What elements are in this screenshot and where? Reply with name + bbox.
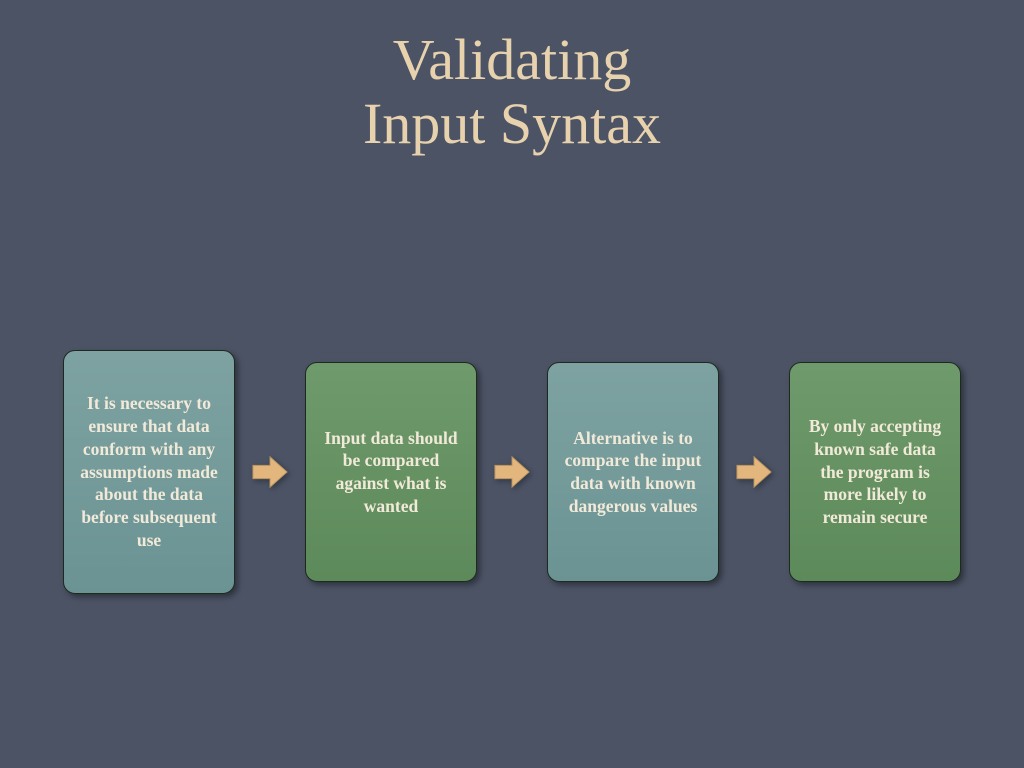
flow-card-text: It is necessary to ensure that data conf… — [76, 392, 222, 551]
process-flow: It is necessary to ensure that data conf… — [0, 350, 1024, 594]
title-line-2: Input Syntax — [363, 91, 661, 156]
flow-card-text: By only accepting known safe data the pr… — [802, 415, 948, 529]
flow-card-4: By only accepting known safe data the pr… — [789, 362, 961, 582]
flow-card-text: Alternative is to compare the input data… — [560, 427, 706, 518]
flow-card-text: Input data should be compared against wh… — [318, 427, 464, 518]
slide-title: Validating Input Syntax — [0, 0, 1024, 156]
flow-card-2: Input data should be compared against wh… — [305, 362, 477, 582]
flow-card-1: It is necessary to ensure that data conf… — [63, 350, 235, 594]
title-line-1: Validating — [393, 27, 631, 92]
flow-card-3: Alternative is to compare the input data… — [547, 362, 719, 582]
arrow-right-icon — [477, 453, 547, 491]
arrow-right-icon — [719, 453, 789, 491]
arrow-right-icon — [235, 453, 305, 491]
